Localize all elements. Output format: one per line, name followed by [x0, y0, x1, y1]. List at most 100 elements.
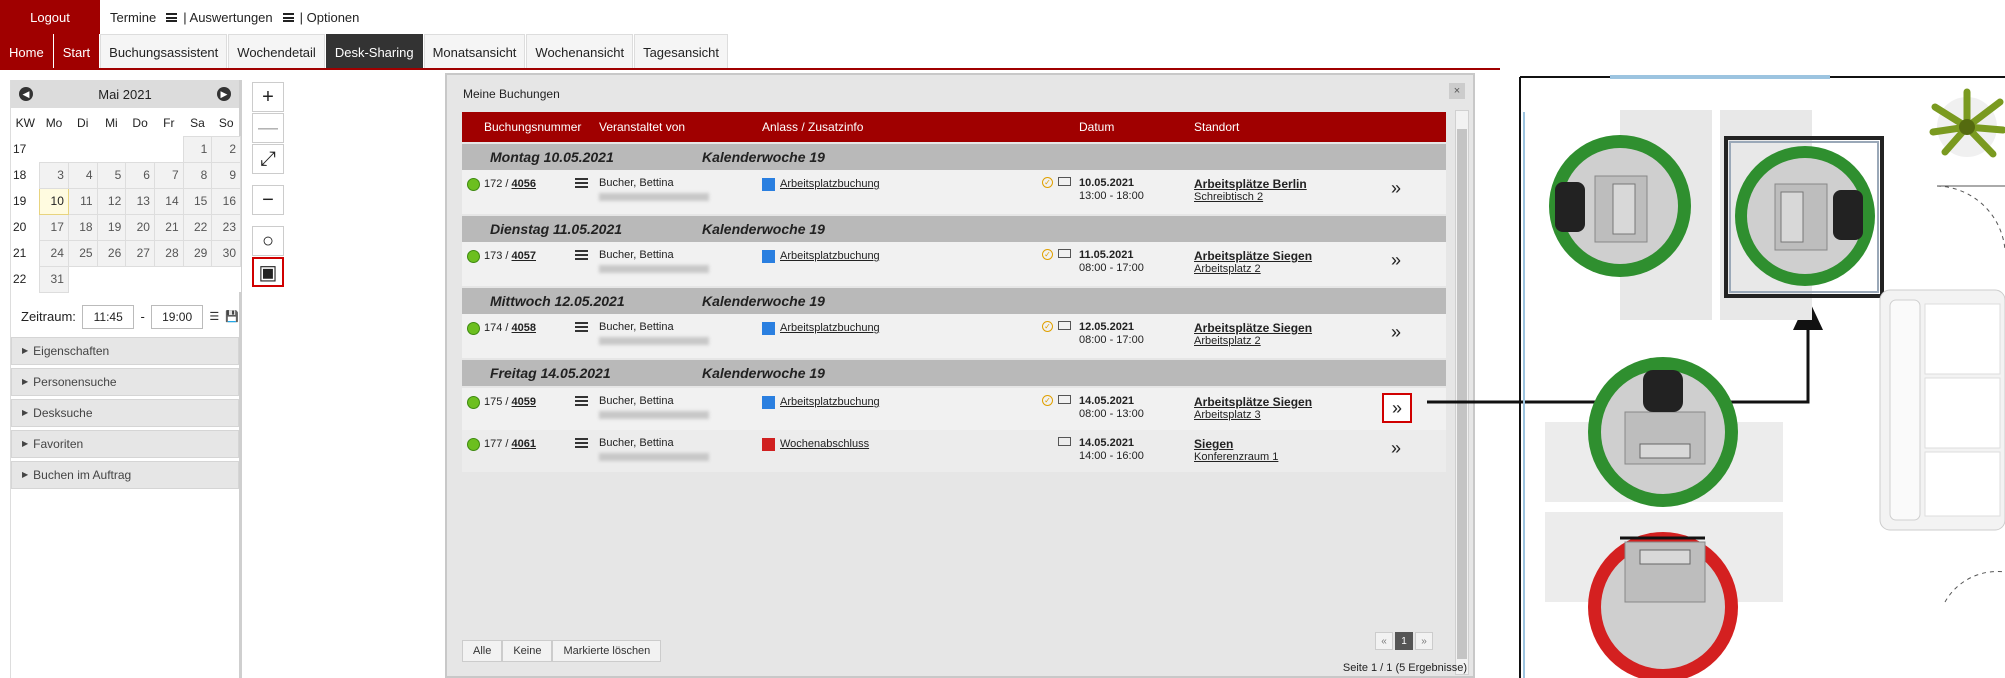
accordion-item[interactable]: ▶ Desksuche: [11, 398, 239, 427]
goto-desk-button[interactable]: »: [1382, 393, 1412, 423]
column-header[interactable]: Anlass / Zusatzinfo: [762, 120, 863, 134]
desk-highlighted[interactable]: [1720, 110, 1884, 320]
scrollbar-thumb[interactable]: [1457, 129, 1467, 659]
calendar-day[interactable]: 14: [153, 187, 184, 215]
calendar-day[interactable]: 29: [182, 239, 213, 267]
place-link[interactable]: Schreibtisch 2: [1194, 191, 1263, 203]
time-to-input[interactable]: 19:00: [150, 304, 204, 329]
calendar-day[interactable]: 12: [96, 187, 127, 215]
goto-desk-button[interactable]: »: [1385, 438, 1407, 460]
location-link[interactable]: Arbeitsplätze Siegen: [1194, 395, 1312, 409]
calendar-day[interactable]: 4: [67, 161, 98, 189]
booking-row[interactable]: 172 / 4056 Bucher, Bettina Arbeitsplatzbuc…: [462, 170, 1446, 214]
calendar-day[interactable]: 16: [211, 187, 241, 215]
place-link[interactable]: Arbeitsplatz 2: [1194, 263, 1261, 275]
tab-5[interactable]: Monatsansicht: [423, 34, 526, 69]
booking-row[interactable]: 175 / 4059 Bucher, Bettina Arbeitsplatzbuc…: [462, 388, 1446, 430]
calendar-day[interactable]: 15: [182, 187, 213, 215]
circle-tool-button[interactable]: ○: [252, 226, 284, 256]
footer-button[interactable]: Markierte löschen: [552, 640, 662, 662]
top-menu-item-1[interactable]: | Auswertungen: [183, 10, 272, 25]
occasion-link[interactable]: Arbeitsplatzbuchung: [780, 396, 880, 408]
prev-page-button[interactable]: «: [1375, 632, 1393, 650]
column-header[interactable]: Buchungsnummer: [484, 120, 581, 134]
calendar-day[interactable]: 2: [211, 135, 241, 163]
goto-desk-button[interactable]: »: [1385, 250, 1407, 272]
calendar-day[interactable]: 7: [153, 161, 184, 189]
calendar-day[interactable]: 5: [96, 161, 127, 189]
accordion-item[interactable]: ▶ Favoriten: [11, 429, 239, 458]
fit-view-button[interactable]: ⤢: [252, 144, 284, 174]
list-icon[interactable]: ☰: [209, 310, 219, 323]
place-link[interactable]: Konferenzraum 1: [1194, 451, 1278, 463]
my-bookings-button[interactable]: ▣: [252, 257, 284, 287]
tab-7[interactable]: Tagesansicht: [634, 34, 728, 69]
details-list-icon[interactable]: [575, 396, 588, 406]
calendar-day[interactable]: 3: [39, 161, 69, 189]
desk-lower-red[interactable]: [1545, 512, 1783, 678]
location-link[interactable]: Arbeitsplätze Siegen: [1194, 249, 1312, 263]
booking-number-link[interactable]: 4061: [512, 438, 536, 450]
occasion-link[interactable]: Arbeitsplatzbuchung: [780, 250, 880, 262]
next-page-button[interactable]: »: [1415, 632, 1433, 650]
accordion-item[interactable]: ▶ Personensuche: [11, 367, 239, 396]
tab-2[interactable]: Buchungsassistent: [100, 34, 228, 69]
calendar-day[interactable]: 11: [67, 187, 98, 215]
calendar-day[interactable]: 31: [39, 265, 69, 293]
next-month-icon[interactable]: ▶: [216, 87, 231, 101]
calendar-day[interactable]: 8: [182, 161, 213, 189]
calendar-day[interactable]: 6: [125, 161, 155, 189]
calendar-day[interactable]: 26: [96, 239, 127, 267]
top-menu-item-2[interactable]: | Optionen: [300, 10, 360, 25]
prev-month-icon[interactable]: ◀: [19, 87, 33, 101]
desk-lower-green[interactable]: [1545, 357, 1783, 507]
calendar-day[interactable]: 28: [153, 239, 184, 267]
booking-row[interactable]: 177 / 4061 Bucher, Bettina Wochenabschluss…: [462, 430, 1446, 472]
calendar-day[interactable]: 24: [39, 239, 69, 267]
column-header[interactable]: Standort: [1194, 120, 1239, 134]
close-icon[interactable]: ×: [1449, 83, 1465, 99]
top-menu-item-0[interactable]: Termine: [110, 10, 156, 25]
calendar-day[interactable]: 25: [67, 239, 98, 267]
calendar-day[interactable]: 30: [211, 239, 241, 267]
calendar-day[interactable]: 22: [182, 213, 213, 241]
calendar-day[interactable]: 9: [211, 161, 241, 189]
calendar-day[interactable]: 17: [39, 213, 69, 241]
time-from-input[interactable]: 11:45: [81, 304, 135, 329]
desk-left-top[interactable]: [1549, 110, 1712, 320]
goto-desk-button[interactable]: »: [1385, 322, 1407, 344]
tab-0[interactable]: Home: [0, 34, 53, 69]
accordion-item[interactable]: ▶ Buchen im Auftrag: [11, 460, 239, 489]
minus-button[interactable]: −: [252, 185, 284, 215]
save-icon[interactable]: 💾: [225, 310, 239, 323]
goto-desk-button[interactable]: »: [1385, 178, 1407, 200]
tab-1[interactable]: Start: [53, 34, 100, 69]
booking-row[interactable]: 174 / 4058 Bucher, Bettina Arbeitsplatzbuc…: [462, 314, 1446, 358]
footer-button[interactable]: Keine: [502, 640, 553, 662]
booking-row[interactable]: 173 / 4057 Bucher, Bettina Arbeitsplatzbuc…: [462, 242, 1446, 286]
booking-number-link[interactable]: 4057: [512, 250, 536, 262]
calendar-day[interactable]: 1: [182, 135, 213, 163]
booking-number-link[interactable]: 4056: [512, 178, 536, 190]
occasion-link[interactable]: Wochenabschluss: [780, 438, 869, 450]
calendar-day[interactable]: 27: [125, 239, 155, 267]
location-link[interactable]: Siegen: [1194, 437, 1233, 451]
column-header[interactable]: Datum: [1079, 120, 1114, 134]
occasion-link[interactable]: Arbeitsplatzbuchung: [780, 178, 880, 190]
calendar-day[interactable]: 20: [125, 213, 155, 241]
calendar-day[interactable]: 10: [39, 187, 69, 215]
booking-number-link[interactable]: 4058: [512, 322, 536, 334]
details-list-icon[interactable]: [575, 438, 588, 448]
calendar-day[interactable]: 13: [125, 187, 155, 215]
current-page[interactable]: 1: [1395, 632, 1413, 650]
calendar-day[interactable]: 18: [67, 213, 98, 241]
details-list-icon[interactable]: [575, 250, 588, 260]
footer-button[interactable]: Alle: [462, 640, 503, 662]
details-list-icon[interactable]: [575, 322, 588, 332]
place-link[interactable]: Arbeitsplatz 3: [1194, 409, 1261, 421]
accordion-item[interactable]: ▶ Eigenschaften: [11, 336, 239, 365]
logout-button[interactable]: Logout: [0, 0, 100, 34]
details-list-icon[interactable]: [575, 178, 588, 188]
tab-6[interactable]: Wochenansicht: [526, 34, 634, 69]
calendar-day[interactable]: 21: [153, 213, 184, 241]
